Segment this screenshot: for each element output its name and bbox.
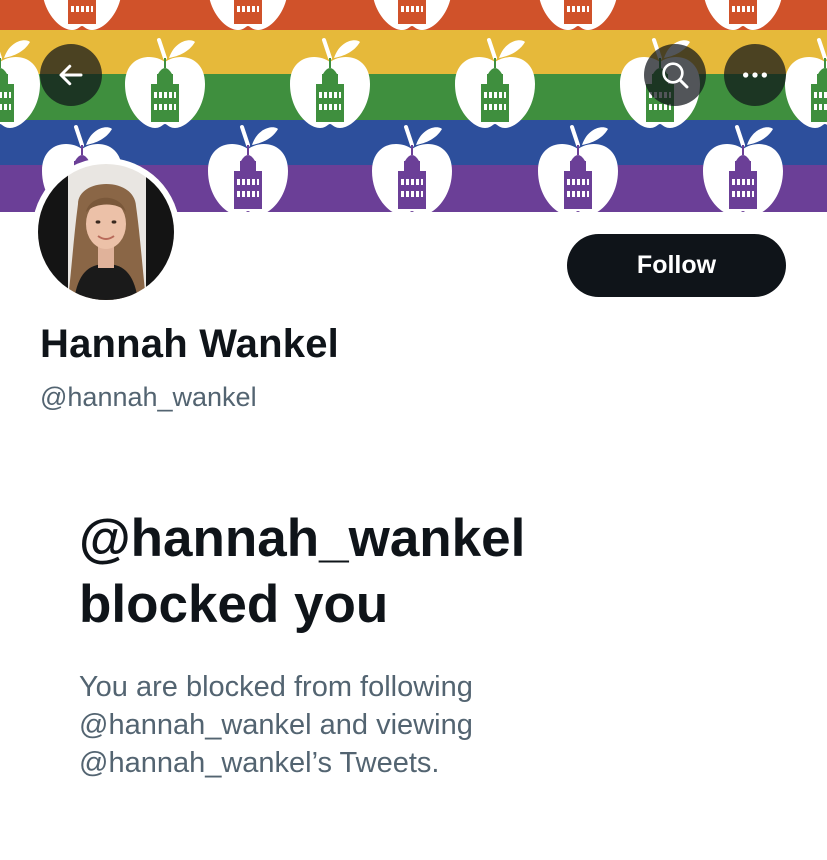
search-icon xyxy=(662,62,689,89)
more-options-button[interactable] xyxy=(724,44,786,106)
profile-handle: @hannah_wankel xyxy=(40,382,257,412)
blocked-desc-line-2: @hannah_wankel and viewing xyxy=(79,709,473,741)
blocked-title-line-1: @hannah_wankel xyxy=(79,509,526,568)
avatar-photo xyxy=(38,164,174,300)
search-button[interactable] xyxy=(644,44,706,106)
blocked-title: @hannah_wankel blocked you xyxy=(79,506,779,638)
blocked-desc-line-3: @hannah_wankel’s Tweets. xyxy=(79,747,440,779)
arrow-left-icon xyxy=(59,64,83,86)
more-horizontal-icon xyxy=(743,72,767,78)
blocked-title-line-2: blocked you xyxy=(79,575,389,634)
blocked-desc-line-1: You are blocked from following xyxy=(79,671,473,703)
avatar[interactable] xyxy=(32,158,180,306)
display-name: Hannah Wankel xyxy=(40,322,339,366)
follow-button[interactable]: Follow xyxy=(567,234,786,297)
back-button[interactable] xyxy=(40,44,102,106)
blocked-description: You are blocked from following @hannah_w… xyxy=(79,668,599,782)
